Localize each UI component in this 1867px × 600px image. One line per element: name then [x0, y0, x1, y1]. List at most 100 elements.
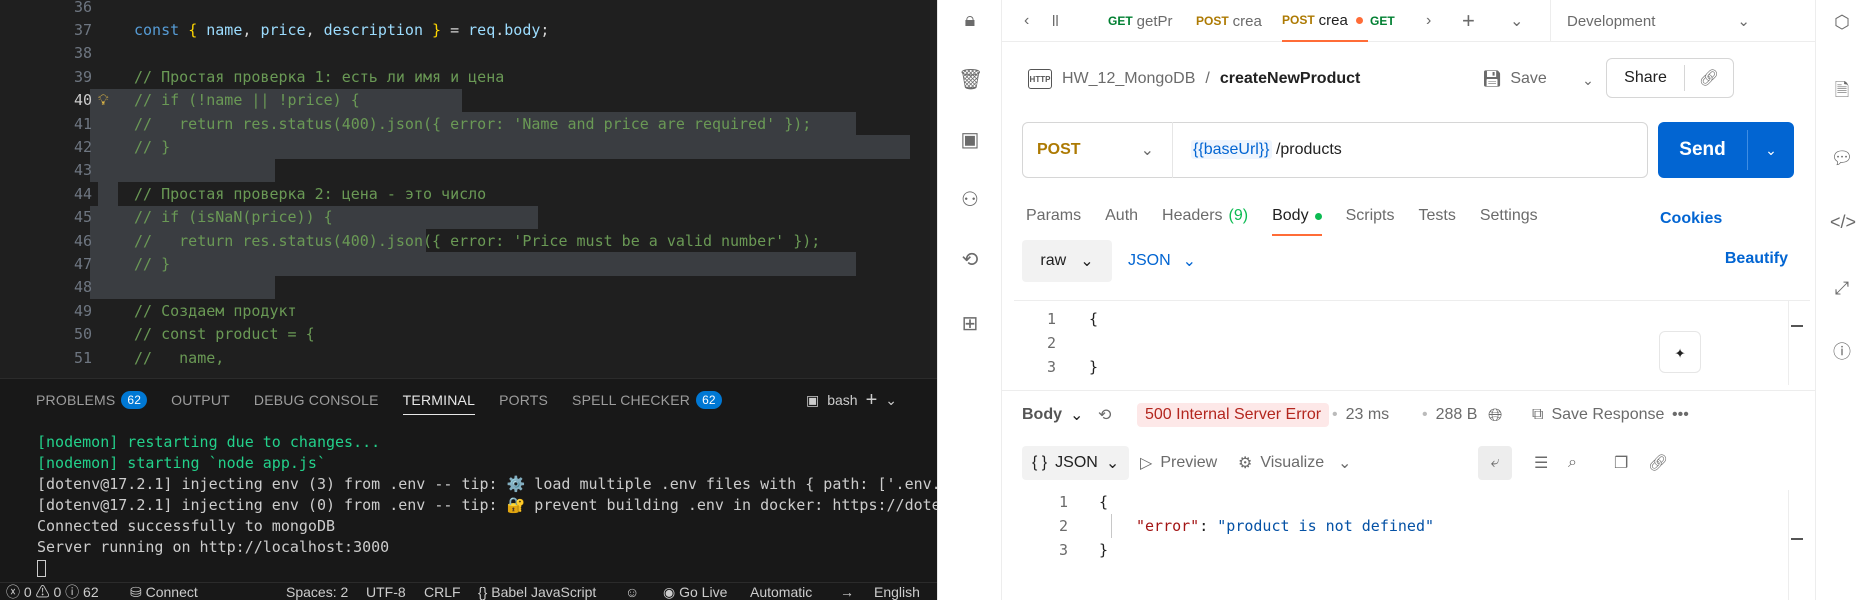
code-line[interactable]: 44 // Простая проверка 2: цена - это числ…	[0, 182, 937, 205]
request-tab[interactable]: POST crea	[1282, 0, 1368, 42]
panel-tab-output[interactable]: OUTPUT	[171, 379, 230, 421]
golive-status[interactable]: ◉ Go Live	[663, 583, 727, 600]
copy-link-icon[interactable]: 🔗︎	[1685, 68, 1733, 88]
response-format-selector[interactable]: { } JSON ⌄	[1022, 446, 1130, 480]
related-collections-icon[interactable]: ⤢	[1830, 276, 1854, 300]
collection-name[interactable]: HW_12_MongoDB	[1062, 70, 1195, 88]
code-line[interactable]: 51 // name,	[0, 346, 937, 369]
globe-icon[interactable]: 🌐︎	[1488, 391, 1502, 439]
request-body-line[interactable]: 2	[1014, 331, 1056, 355]
code-line[interactable]: 43	[0, 159, 937, 182]
code-line[interactable]: 36	[0, 0, 937, 18]
code-line[interactable]: 37 const { name, price, description } = r…	[0, 18, 937, 41]
tab-scripts[interactable]: Scripts	[1346, 196, 1395, 236]
preview-button[interactable]: ▷ Preview	[1140, 446, 1217, 480]
spell-language-status[interactable]: English	[874, 583, 920, 600]
code-line[interactable]: 40 // if (!name || !price) {💡︎	[0, 89, 937, 112]
code-line[interactable]: 49 // Создаем продукт	[0, 299, 937, 322]
save-button[interactable]: 💾︎ Save	[1482, 62, 1547, 96]
indent-status[interactable]: Spaces: 2	[286, 583, 348, 600]
request-tab[interactable]: ll	[1052, 0, 1092, 42]
environment-selector[interactable]: Development ⌄	[1550, 0, 1766, 42]
code-line[interactable]: 50 // const product = {	[0, 323, 937, 346]
panel-tab-ports[interactable]: PORTS	[499, 379, 548, 421]
info-icon[interactable]: ⓘ	[1830, 340, 1854, 364]
terminal-output[interactable]: [nodemon] restarting due to changes... [n…	[37, 432, 937, 579]
code-line[interactable]: 38	[0, 42, 937, 65]
link-icon[interactable]: 🔗︎	[1648, 446, 1668, 480]
code-line[interactable]: 42 // }	[0, 135, 937, 158]
lightbulb-icon[interactable]: 💡︎	[98, 91, 114, 111]
response-line[interactable]: 2 "error": "product is not defined"	[1014, 514, 1714, 538]
chevron-right-icon[interactable]: ›	[1426, 0, 1431, 42]
comments-icon[interactable]: 💬︎	[1830, 146, 1854, 170]
automatic-status[interactable]: Automatic	[750, 583, 812, 600]
plus-icon[interactable]: +	[866, 389, 878, 412]
connect-status[interactable]: ⛁ Connect	[130, 583, 198, 600]
ai-assist-icon[interactable]: ✦	[1659, 331, 1701, 373]
documentation-icon[interactable]: 🗎︎	[1830, 78, 1854, 102]
request-tab[interactable]: GET getPr	[1108, 0, 1188, 42]
response-scrollbar[interactable]	[1788, 490, 1803, 600]
visualize-chevron-icon[interactable]: ⌄	[1338, 446, 1351, 480]
api-icon[interactable]: ⬡	[1830, 10, 1854, 34]
request-body-line[interactable]: 3}	[1014, 355, 1098, 379]
body-mode-selector[interactable]: raw ⌄	[1022, 240, 1112, 282]
mock-server-icon[interactable]: ▣	[958, 128, 982, 152]
tab-list-chevron-icon[interactable]: ⌄	[1510, 0, 1523, 42]
request-body-line[interactable]: 1{	[1014, 307, 1098, 331]
request-name[interactable]: createNewProduct	[1220, 70, 1361, 88]
problems-status[interactable]: ⓧ 0 ⚠ 0 ⓘ 62	[6, 583, 99, 600]
code-line[interactable]: 39 // Простая проверка 1: есть ли имя и ц…	[0, 65, 937, 88]
chevron-down-icon[interactable]: ⌄	[885, 392, 897, 409]
editor-scrollbar[interactable]	[1788, 301, 1803, 385]
copilot-icon[interactable]: ☺	[625, 583, 639, 600]
share-button[interactable]: Share	[1607, 65, 1685, 91]
panel-tab-spell-checker[interactable]: SPELL CHECKER 62	[572, 379, 722, 421]
tab-body[interactable]: Body	[1272, 196, 1323, 236]
panel-tab-debug-console[interactable]: DEBUG CONSOLE	[254, 379, 379, 421]
terminal-shell-selector[interactable]: ▣ bash + ⌄	[806, 379, 897, 421]
send-button[interactable]: Send	[1658, 130, 1748, 170]
method-selector[interactable]: POST ⌄	[1023, 122, 1173, 178]
response-line[interactable]: 3}	[1014, 538, 1714, 562]
send-options-chevron-icon[interactable]: ⌄	[1748, 142, 1794, 159]
more-options-icon[interactable]: •••	[1672, 391, 1689, 439]
request-tab[interactable]: GET	[1370, 0, 1410, 42]
cookies-link[interactable]: Cookies	[1660, 210, 1722, 228]
code-editor[interactable]: 36 37 const { name, price, description } =…	[0, 0, 937, 378]
response-line[interactable]: 1{	[1014, 490, 1714, 514]
terminal-cursor-line[interactable]	[37, 558, 937, 579]
trash-icon[interactable]: 🗑︎	[958, 68, 983, 92]
response-history-icon[interactable]: ⟲	[1098, 391, 1111, 439]
search-icon[interactable]: ⌕	[1568, 446, 1577, 480]
code-line[interactable]: 48	[0, 276, 937, 299]
code-line[interactable]: 45 // if (isNaN(price)) {	[0, 206, 937, 229]
request-tab[interactable]: POST crea	[1196, 0, 1276, 42]
eol-status[interactable]: CRLF	[424, 583, 461, 600]
tab-auth[interactable]: Auth	[1105, 196, 1138, 236]
beautify-button[interactable]: Beautify	[1725, 250, 1788, 268]
encoding-status[interactable]: UTF-8	[366, 583, 406, 600]
new-tab-plus-icon[interactable]: +	[1462, 0, 1475, 42]
request-body-editor[interactable]: ✦ 1{2 3}	[1014, 300, 1810, 385]
response-view-selector[interactable]: Body ⌄	[1022, 391, 1083, 439]
body-format-selector[interactable]: JSON ⌄	[1128, 240, 1196, 282]
panel-tab-terminal[interactable]: TERMINAL	[402, 379, 476, 421]
tab-settings[interactable]: Settings	[1480, 196, 1538, 236]
filter-icon[interactable]: ☰	[1534, 446, 1548, 480]
response-body-viewer[interactable]: 1{2 "error": "product is not defined" 3}	[1014, 490, 1810, 600]
visualize-button[interactable]: ⚙︎ Visualize	[1238, 446, 1324, 480]
code-line[interactable]: 46 // return res.status(400).json({ error…	[0, 229, 937, 252]
save-response-button[interactable]: ⧉ Save Response	[1532, 391, 1664, 439]
code-icon[interactable]: </>	[1830, 210, 1856, 234]
tab-params[interactable]: Params	[1026, 196, 1081, 236]
panel-tab-problems[interactable]: PROBLEMS 62	[36, 379, 148, 421]
code-line[interactable]: 41 // return res.status(400).json({ error…	[0, 112, 937, 135]
chevron-left-icon[interactable]: ‹	[1024, 0, 1029, 42]
copy-icon[interactable]: ❐	[1614, 446, 1628, 480]
language-status[interactable]: {} Babel JavaScript	[478, 583, 596, 600]
tab-tests[interactable]: Tests	[1418, 196, 1455, 236]
wrap-lines-icon[interactable]: ⤶	[1478, 446, 1512, 480]
history-icon[interactable]: ⟲	[958, 248, 982, 272]
